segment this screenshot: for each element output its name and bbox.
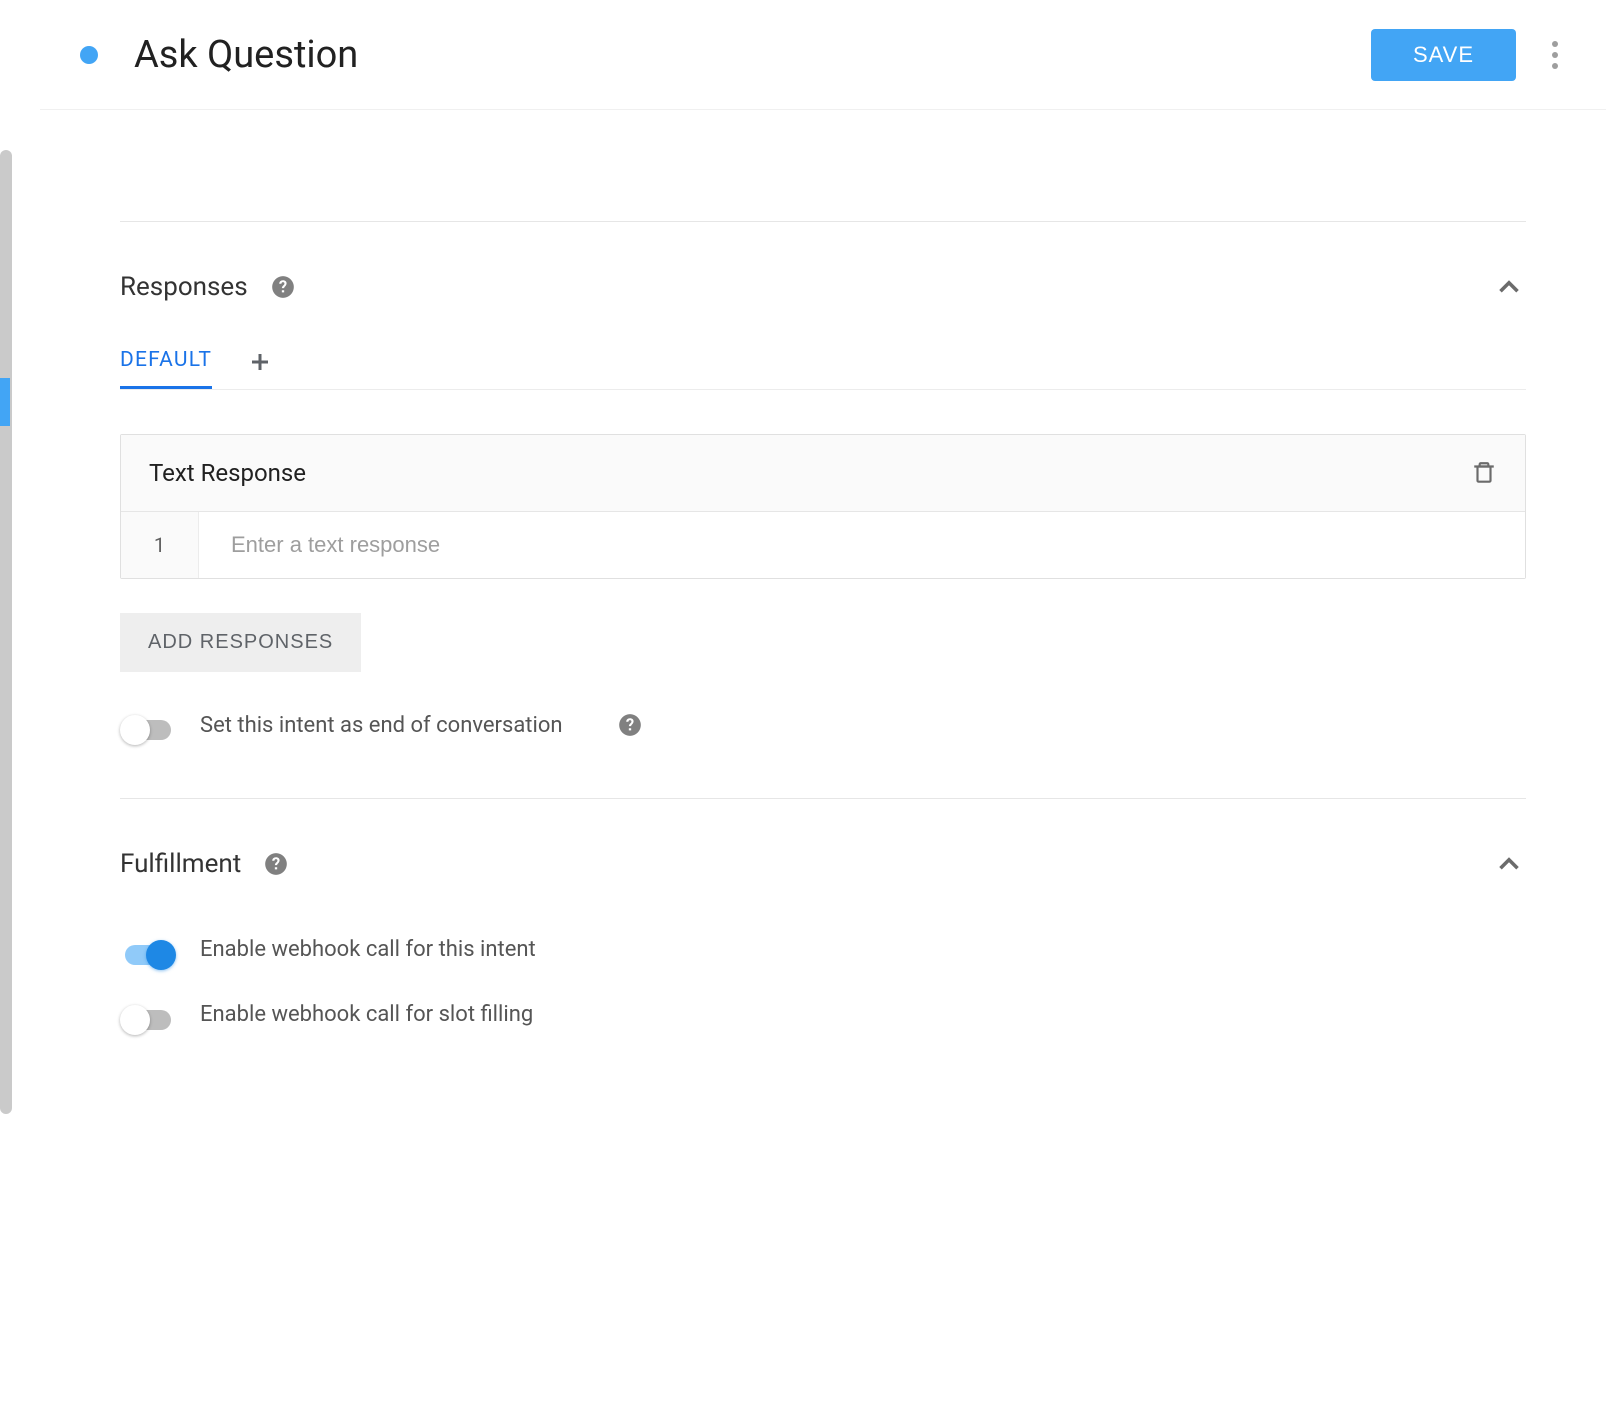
- webhook-slot-label: Enable webhook call for slot filling: [200, 1002, 533, 1027]
- chevron-up-icon[interactable]: [1492, 847, 1526, 881]
- responses-title: Responses: [120, 272, 248, 302]
- text-response-row: 1: [121, 512, 1525, 578]
- save-button[interactable]: SAVE: [1371, 29, 1516, 81]
- responses-section-header: Responses: [120, 222, 1526, 340]
- end-of-conversation-row: Set this intent as end of conversation: [120, 712, 1526, 738]
- webhook-slot-row: Enable webhook call for slot filling: [120, 1002, 1526, 1027]
- webhook-intent-row: Enable webhook call for this intent: [120, 937, 1526, 962]
- nav-indicator: [0, 378, 10, 426]
- text-response-input[interactable]: [199, 512, 1525, 578]
- row-number: 1: [121, 512, 199, 578]
- fulfillment-section-header: Fulfillment: [120, 799, 1526, 917]
- more-options-icon[interactable]: [1544, 33, 1566, 77]
- text-response-card: Text Response 1: [120, 434, 1526, 579]
- tab-default[interactable]: DEFAULT: [120, 340, 212, 389]
- trash-icon[interactable]: [1471, 460, 1497, 486]
- help-icon[interactable]: [270, 274, 296, 300]
- text-response-title: Text Response: [149, 459, 306, 487]
- fulfillment-title: Fulfillment: [120, 849, 241, 879]
- page-header: Ask Question SAVE: [40, 0, 1606, 110]
- end-of-conversation-label: Set this intent as end of conversation: [200, 713, 563, 738]
- webhook-intent-toggle[interactable]: [120, 940, 176, 960]
- webhook-intent-label: Enable webhook call for this intent: [200, 937, 536, 962]
- end-of-conversation-toggle[interactable]: [120, 715, 176, 735]
- text-response-card-header: Text Response: [121, 435, 1525, 512]
- help-icon[interactable]: [617, 712, 643, 738]
- content-area: New parameter Responses DEFAULT Text Res…: [40, 110, 1606, 1404]
- webhook-slot-toggle[interactable]: [120, 1005, 176, 1025]
- responses-tabs: DEFAULT: [120, 340, 1526, 390]
- scrollbar[interactable]: [0, 150, 12, 1114]
- intent-status-dot: [80, 46, 98, 64]
- add-responses-button[interactable]: ADD RESPONSES: [120, 613, 361, 672]
- page-title: Ask Question: [134, 33, 1371, 77]
- help-icon[interactable]: [263, 851, 289, 877]
- add-tab-icon[interactable]: [248, 350, 272, 374]
- chevron-up-icon[interactable]: [1492, 270, 1526, 304]
